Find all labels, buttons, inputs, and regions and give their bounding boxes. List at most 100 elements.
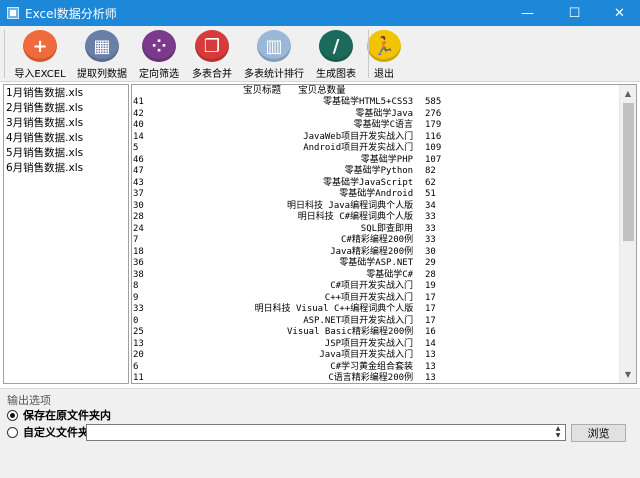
row-count: 29	[425, 258, 436, 268]
filter-dots-icon: ⁘	[142, 30, 176, 62]
row-count: 19	[425, 281, 436, 291]
row-title: Visual Basic精彩编程200例	[287, 327, 414, 337]
title-bar: Excel数据分析师 — ☐ ✕	[0, 0, 640, 26]
row-title: C#精彩编程200例	[341, 235, 414, 245]
result-header: 宝贝标题 宝贝总数量	[243, 85, 346, 96]
toolbar-button-3[interactable]: ⁘ 定向筛选	[136, 28, 182, 80]
result-row: 9 C++项目开发实战入门 17	[133, 293, 619, 305]
file-list[interactable]: 1月销售数据.xls 2月销售数据.xls 3月销售数据.xls 4月销售数据.xls…	[3, 84, 129, 384]
result-text-content: 宝贝标题 宝贝总数量 41 零基础学HTML5+CSS3 585 42 零基础学Java…	[133, 85, 619, 383]
row-count: 13	[425, 361, 436, 372]
row-count: 585	[425, 97, 442, 107]
toolbar-button-2[interactable]: ▦ 提取列数据	[74, 28, 130, 80]
row-count: 179	[425, 120, 442, 130]
row-count: 13	[425, 350, 436, 360]
bar-chart-icon: ▥	[257, 30, 291, 62]
row-title: 零基础学Python	[344, 166, 414, 176]
result-text-view[interactable]: 宝贝标题 宝贝总数量 41 零基础学HTML5+CSS3 585 42 零基础学Java…	[131, 84, 637, 384]
row-index: 0	[133, 315, 139, 326]
row-title: 明日科技 C#编程词典个人版	[297, 212, 414, 222]
row-count: 276	[425, 108, 442, 119]
row-index: 47	[133, 166, 144, 176]
option-custom-folder[interactable]: 自定义文件夹	[7, 424, 89, 440]
row-title: 零基础学PHP	[360, 154, 414, 165]
row-title: Java项目开发实战入门	[319, 350, 414, 360]
row-title: 零基础学ASP.NET	[339, 258, 414, 268]
row-count: 13	[425, 373, 436, 383]
minimize-button[interactable]: —	[505, 0, 550, 26]
option-same-folder[interactable]: 保存在原文件夹内	[7, 407, 111, 423]
row-index: 30	[133, 200, 144, 211]
row-title: 零基础学C#	[366, 269, 414, 280]
row-index: 46	[133, 154, 144, 165]
path-spin-icon[interactable]: ▲ ▼	[551, 425, 565, 440]
row-index: 9	[133, 292, 139, 303]
result-row: 0 ASP.NET项目开发实战入门 17	[133, 316, 619, 328]
toolbar-button-label: 多表合并	[192, 69, 232, 80]
row-count: 51	[425, 189, 436, 199]
result-row: 7 C#精彩编程200例 33	[133, 235, 619, 247]
row-index: 6	[133, 361, 139, 372]
row-title: C#项目开发实战入门	[330, 281, 414, 291]
custom-folder-path-input[interactable]	[86, 424, 566, 441]
result-row: 42 零基础学Java 276	[133, 109, 619, 121]
file-list-item[interactable]: 6月销售数据.xls	[6, 161, 126, 176]
file-list-item[interactable]: 4月销售数据.xls	[6, 131, 126, 146]
row-count: 107	[425, 154, 442, 165]
file-list-item[interactable]: 5月销售数据.xls	[6, 146, 126, 161]
row-index: 18	[133, 246, 144, 257]
toolbar-button-4[interactable]: ❐ 多表合并	[187, 28, 237, 80]
row-count: 33	[425, 212, 436, 222]
radio-same-folder[interactable]	[7, 409, 18, 421]
row-index: 28	[133, 212, 144, 222]
scroll-thumb[interactable]	[623, 103, 634, 241]
row-title: Java精彩编程200例	[330, 246, 414, 257]
result-row: 36 零基础学ASP.NET 29	[133, 258, 619, 270]
result-row: 28 明日科技 C#编程词典个人版 33	[133, 212, 619, 224]
row-index: 5	[133, 143, 139, 153]
option-custom-folder-label: 自定义文件夹	[23, 426, 89, 439]
file-list-item[interactable]: 2月销售数据.xls	[6, 101, 126, 116]
row-count: 34	[425, 200, 436, 211]
row-title: ASP.NET项目开发实战入门	[303, 315, 414, 326]
row-count: 17	[425, 304, 436, 314]
row-index: 36	[133, 258, 144, 268]
row-index: 37	[133, 189, 144, 199]
file-list-item[interactable]: 1月销售数据.xls	[6, 86, 126, 101]
row-count: 109	[425, 143, 442, 153]
result-row: 33 明日科技 Visual C++编程词典个人版 17	[133, 304, 619, 316]
toolbar-button-5[interactable]: ▥ 多表统计排行	[242, 28, 306, 80]
row-index: 25	[133, 327, 144, 337]
row-count: 30	[425, 246, 436, 257]
row-title: 明日科技 Visual C++编程词典个人版	[254, 304, 414, 314]
vertical-scrollbar[interactable]: ▲ ▼	[619, 85, 636, 383]
row-index: 13	[133, 338, 144, 349]
row-count: 14	[425, 338, 436, 349]
result-row: 18 Java精彩编程200例 30	[133, 247, 619, 259]
row-count: 116	[425, 131, 442, 142]
row-count: 17	[425, 315, 436, 326]
row-count: 16	[425, 327, 436, 337]
output-options: 输出选项 保存在原文件夹内 自定义文件夹 ▲ ▼ 浏览	[0, 388, 640, 478]
row-index: 42	[133, 108, 144, 119]
toolbar-button-label: 多表统计排行	[244, 69, 304, 80]
scroll-up-arrow-icon[interactable]: ▲	[620, 85, 636, 102]
toolbar-button-1[interactable]: + 导入EXCEL	[14, 28, 66, 80]
toolbar-button-7[interactable]: 🏃 退出	[366, 28, 402, 80]
maximize-button[interactable]: ☐	[552, 0, 597, 26]
file-list-item[interactable]: 3月销售数据.xls	[6, 116, 126, 131]
browse-button[interactable]: 浏览	[571, 424, 626, 442]
toolbar-button-label: 生成图表	[316, 69, 356, 80]
row-title: 零基础学Android	[339, 189, 414, 199]
plus-icon: +	[23, 30, 57, 62]
close-button[interactable]: ✕	[597, 0, 640, 26]
result-row: 6 C#学习黄金组合套装 13	[133, 362, 619, 374]
row-count: 33	[425, 223, 436, 234]
toolbar-button-6[interactable]: / 生成图表	[311, 28, 361, 80]
radio-custom-folder[interactable]	[7, 426, 18, 438]
app-icon	[7, 7, 19, 19]
option-same-folder-label: 保存在原文件夹内	[23, 409, 111, 422]
scroll-down-arrow-icon[interactable]: ▼	[620, 366, 636, 383]
slash-chart-icon: /	[319, 30, 353, 62]
row-count: 33	[425, 235, 436, 245]
